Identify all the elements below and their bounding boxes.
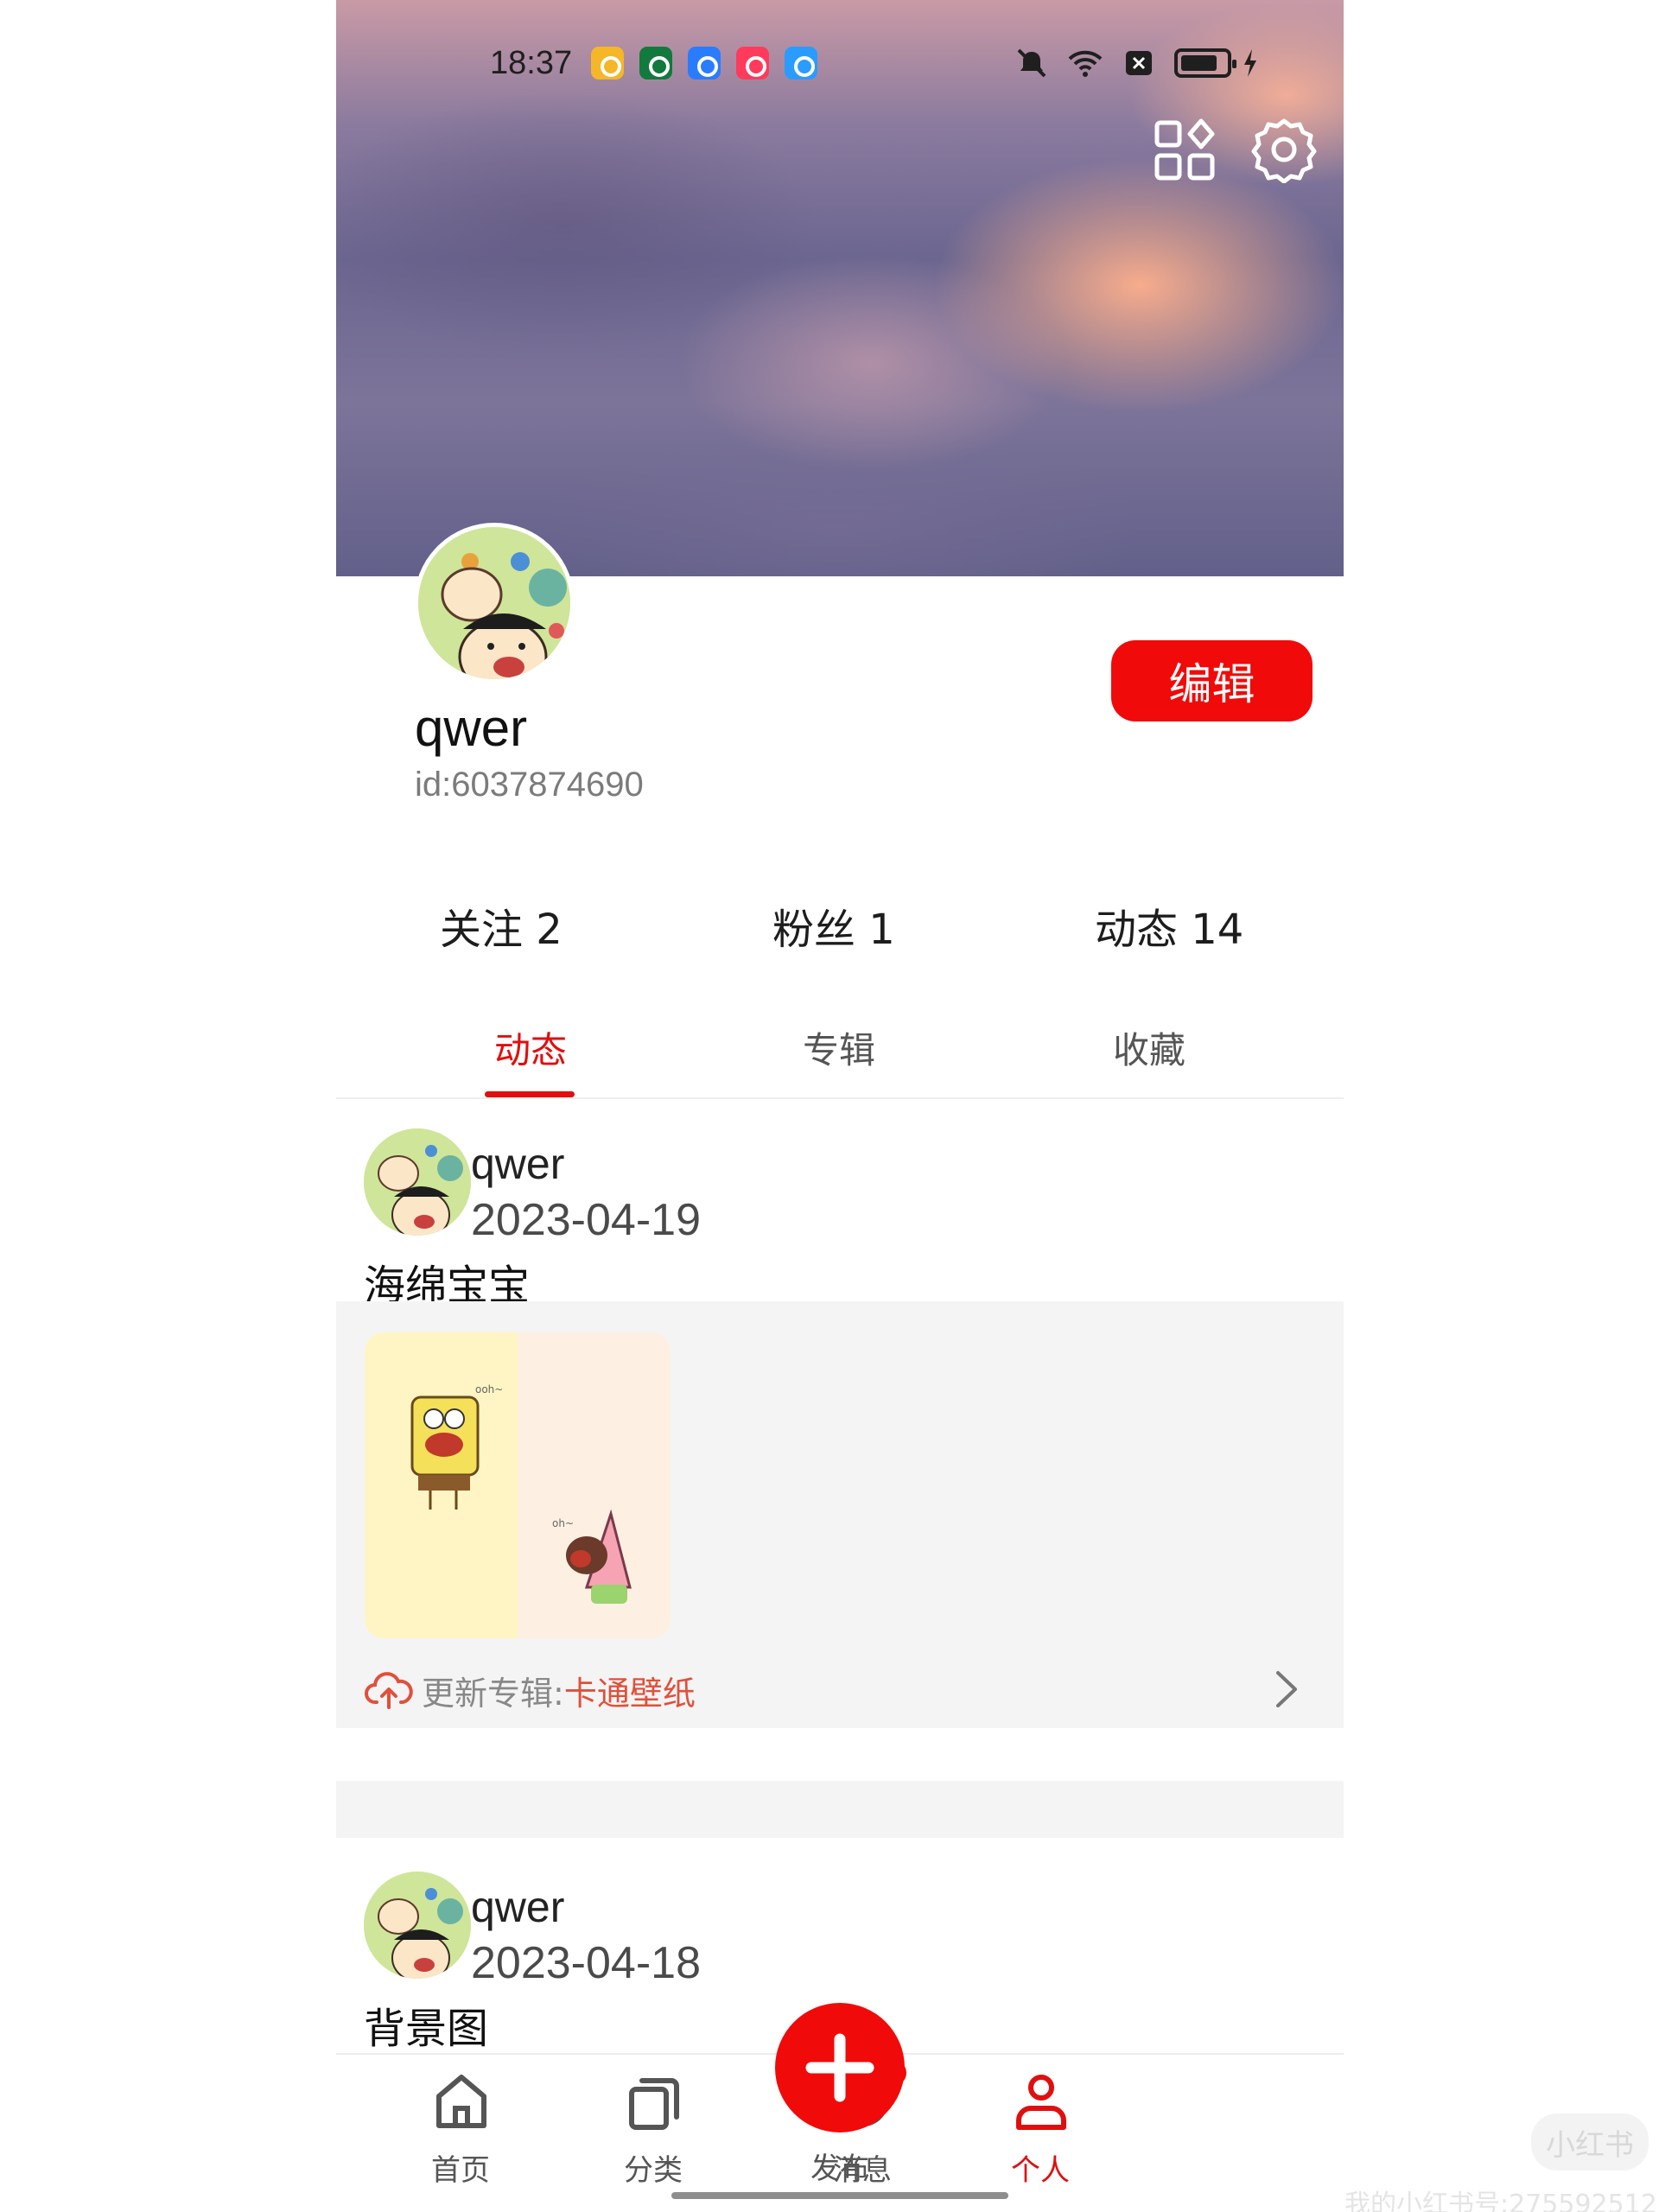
profile-avatar[interactable] bbox=[414, 523, 575, 683]
post-text[interactable]: 背景图 bbox=[364, 1994, 488, 2055]
weibo-notification-icon bbox=[591, 47, 625, 79]
watermark-text: 我的小红书号:275592512 bbox=[1344, 2190, 1657, 2212]
apps-grid-icon[interactable] bbox=[1152, 118, 1217, 183]
video-notification-icon bbox=[736, 47, 770, 79]
post-author-name[interactable]: qwer bbox=[471, 1139, 564, 1189]
app-notification-icon-2 bbox=[785, 47, 818, 79]
wifi-icon bbox=[1068, 50, 1103, 77]
charging-bolt-icon bbox=[1244, 49, 1256, 77]
nav-profile[interactable]: 个人 bbox=[976, 2055, 1105, 2193]
gear-icon[interactable] bbox=[1250, 116, 1318, 183]
home-icon bbox=[436, 2075, 486, 2128]
posts-count[interactable]: 动态 14 bbox=[1095, 895, 1243, 956]
album-link[interactable]: 卡通壁纸 bbox=[564, 1667, 696, 1714]
feed-separator bbox=[336, 1781, 1344, 1838]
category-stack-icon bbox=[629, 2078, 679, 2130]
fans-count[interactable]: 粉丝 1 bbox=[772, 895, 895, 956]
tab-albums[interactable]: 专辑 bbox=[803, 1021, 875, 1074]
tab-posts[interactable]: 动态 bbox=[494, 1021, 567, 1074]
app-notification-icon bbox=[688, 47, 721, 79]
watermark-logo: 小红书 bbox=[1531, 2113, 1649, 2171]
tab-divider bbox=[336, 1097, 1344, 1099]
profile-id: id:6037874690 bbox=[415, 766, 644, 804]
nav-category-label: 分类 bbox=[624, 2153, 683, 2188]
cartoon-avatar-image bbox=[364, 1872, 471, 1979]
publish-label: 发布 bbox=[810, 2152, 869, 2186]
battery-icon bbox=[1174, 48, 1236, 78]
mute-bell-icon bbox=[1017, 48, 1046, 78]
album-thumb-label-ooh: ooh~ bbox=[475, 1383, 503, 1395]
spongebob-patrick-image: ooh~ oh~ bbox=[365, 1332, 671, 1638]
status-bar-right bbox=[996, 41, 1259, 85]
nav-home[interactable]: 首页 bbox=[396, 2055, 525, 2193]
tab-favorites[interactable]: 收藏 bbox=[1113, 1021, 1185, 1074]
active-tab-indicator bbox=[485, 1091, 575, 1097]
post-author-avatar[interactable] bbox=[364, 1872, 471, 1979]
profile-cover-image[interactable]: 18:37 bbox=[336, 0, 1344, 576]
profile-username: qwer bbox=[415, 699, 528, 757]
status-time: 18:37 bbox=[490, 44, 573, 81]
following-count[interactable]: 关注 2 bbox=[440, 895, 563, 956]
app-screen: 18:37 qwer id:6037874690 编辑 关注 2 粉丝 1 动态… bbox=[336, 0, 1344, 2212]
nav-profile-label: 个人 bbox=[1011, 2153, 1070, 2188]
cartoon-avatar-image bbox=[418, 527, 570, 679]
edit-profile-button[interactable]: 编辑 bbox=[1111, 640, 1313, 721]
album-update-prefix: 更新专辑: bbox=[422, 1674, 564, 1713]
album-update-card[interactable]: ooh~ oh~ 更新专辑: 卡通壁纸 bbox=[336, 1301, 1344, 1728]
album-update-line[interactable]: 更新专辑: 卡通壁纸 bbox=[365, 1666, 696, 1714]
post-date: 2023-04-19 bbox=[471, 1195, 701, 1245]
album-thumbnail[interactable]: ooh~ oh~ bbox=[365, 1332, 671, 1638]
chevron-right-icon[interactable] bbox=[1269, 1668, 1304, 1711]
nav-category[interactable]: 分类 bbox=[588, 2055, 718, 2193]
status-bar-left: 18:37 bbox=[490, 41, 833, 85]
home-indicator-bar[interactable] bbox=[671, 2192, 1008, 2199]
no-sim-icon bbox=[1126, 51, 1152, 75]
post-date: 2023-04-18 bbox=[471, 1938, 701, 1988]
cloud-upload-icon bbox=[365, 1672, 413, 1709]
album-thumb-label-oh: oh~ bbox=[552, 1517, 574, 1529]
publish-button[interactable] bbox=[775, 2003, 905, 2133]
post-author-avatar[interactable] bbox=[364, 1128, 471, 1236]
person-icon bbox=[1016, 2075, 1066, 2130]
plus-icon bbox=[805, 2033, 874, 2102]
post-author-name[interactable]: qwer bbox=[471, 1882, 564, 1932]
nav-home-label: 首页 bbox=[431, 2153, 490, 2188]
oppo-notification-icon bbox=[639, 47, 673, 79]
cartoon-avatar-image bbox=[364, 1128, 471, 1236]
